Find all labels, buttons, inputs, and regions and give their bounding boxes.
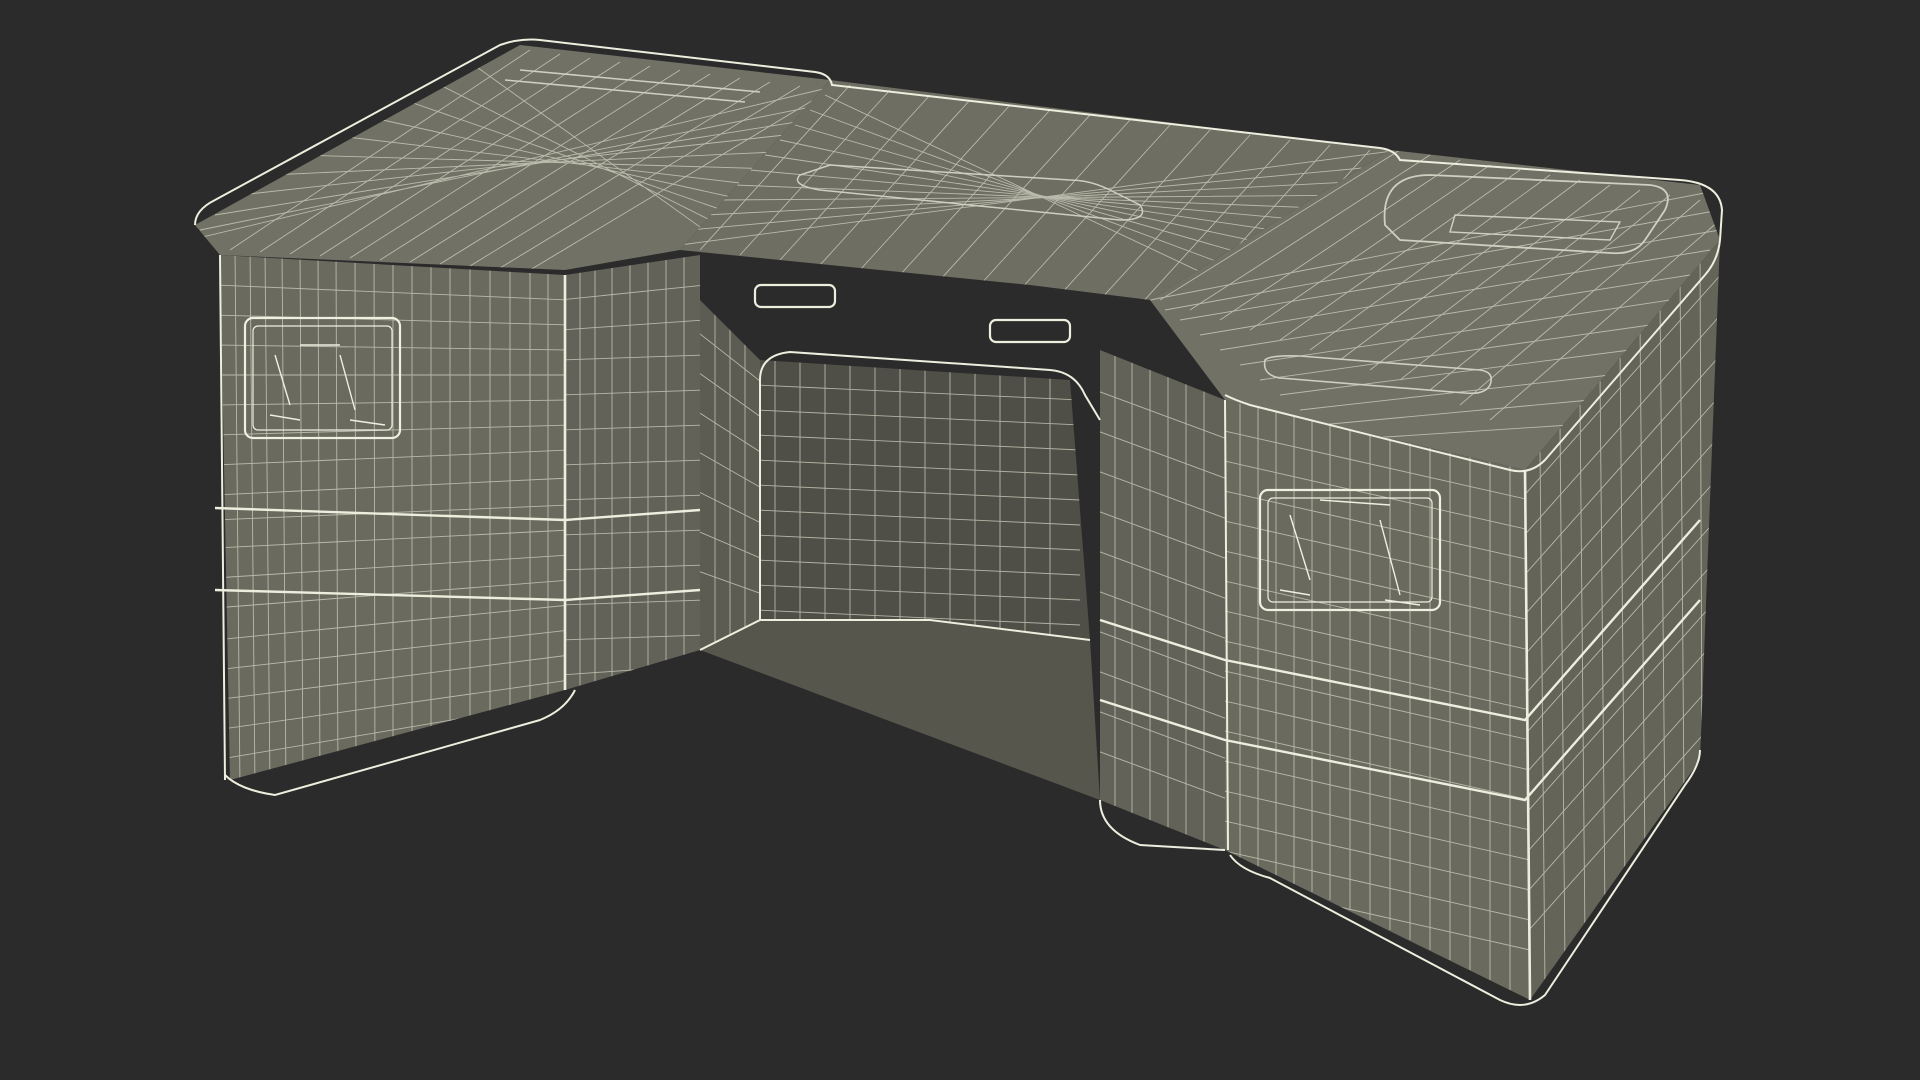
knee-hole-floor <box>700 620 1100 800</box>
left-pedestal-side <box>565 255 700 690</box>
desk-surfaces <box>195 45 1720 1000</box>
3d-viewport[interactable] <box>0 0 1920 1080</box>
desk-wireframe-render <box>194 38 1724 1006</box>
